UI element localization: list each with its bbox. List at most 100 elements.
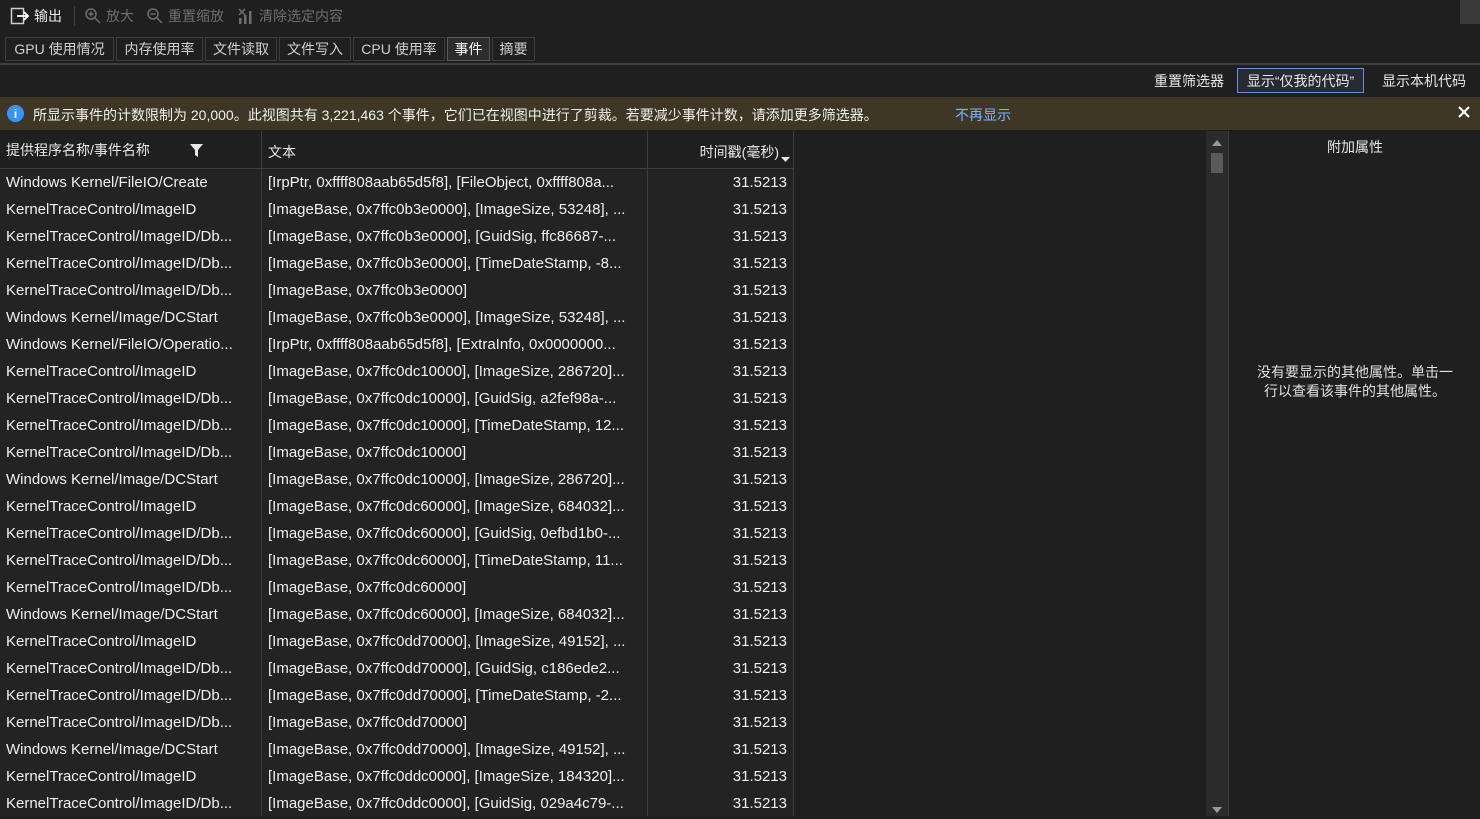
cell-text: [ImageBase, 0x7ffc0dc10000], [ImageSize,… [262, 466, 648, 493]
table-row[interactable]: Windows Kernel/FileIO/Operatio... [IrpPtr… [0, 331, 794, 358]
table-row[interactable]: KernelTraceControl/ImageID/Db... [ImageBa… [0, 277, 794, 304]
table-row[interactable]: KernelTraceControl/ImageID/Db... [ImageBa… [0, 520, 794, 547]
table-row[interactable]: Windows Kernel/Image/DCStart [ImageBase, … [0, 466, 794, 493]
tab-cpu-usage[interactable]: CPU 使用率 [353, 37, 445, 61]
column-header-label: 提供程序名称/事件名称 [6, 141, 150, 158]
cell-provider-event: KernelTraceControl/ImageID/Db... [0, 412, 262, 439]
scroll-up-icon[interactable] [1211, 135, 1223, 146]
cell-text: [ImageBase, 0x7ffc0dc10000], [ImageSize,… [262, 358, 648, 385]
table-row[interactable]: Windows Kernel/Image/DCStart [ImageBase, … [0, 601, 794, 628]
cell-timestamp: 31.5213 [648, 169, 794, 196]
toolbar-scrollbar[interactable] [1460, 0, 1480, 24]
cell-text: [ImageBase, 0x7ffc0dd70000], [TimeDateSt… [262, 682, 648, 709]
table-row[interactable]: KernelTraceControl/ImageID [ImageBase, 0x… [0, 628, 794, 655]
tab-gpu-usage[interactable]: GPU 使用情况 [5, 37, 114, 61]
column-header-provider[interactable]: 提供程序名称/事件名称 [0, 131, 262, 169]
tab-file-read[interactable]: 文件读取 [205, 37, 277, 61]
filter-bar: 重置筛选器 显示“仅我的代码” 显示本机代码 [0, 66, 1480, 96]
sort-descending-icon [781, 150, 790, 166]
close-icon[interactable] [1455, 103, 1473, 121]
cell-provider-event: KernelTraceControl/ImageID/Db... [0, 277, 262, 304]
table-row[interactable]: Windows Kernel/FileIO/Create [IrpPtr, 0xf… [0, 169, 794, 196]
cell-provider-event: KernelTraceControl/ImageID/Db... [0, 574, 262, 601]
table-row[interactable]: KernelTraceControl/ImageID/Db... [ImageBa… [0, 574, 794, 601]
filter-icon[interactable] [189, 143, 204, 161]
cell-timestamp: 31.5213 [648, 709, 794, 736]
cell-timestamp: 31.5213 [648, 358, 794, 385]
zoom-reset-icon [146, 7, 164, 25]
cell-timestamp: 31.5213 [648, 655, 794, 682]
cell-timestamp: 31.5213 [648, 520, 794, 547]
just-my-code-button[interactable]: 显示“仅我的代码” [1237, 68, 1364, 93]
cell-text: [ImageBase, 0x7ffc0dc60000], [GuidSig, 0… [262, 520, 648, 547]
table-row[interactable]: Windows Kernel/Image/DCStart [ImageBase, … [0, 304, 794, 331]
cell-provider-event: KernelTraceControl/ImageID/Db... [0, 223, 262, 250]
table-row[interactable]: KernelTraceControl/ImageID/Db... [ImageBa… [0, 412, 794, 439]
dont-show-again-link[interactable]: 不再显示 [955, 105, 1011, 125]
column-header-label: 文本 [268, 144, 296, 160]
cell-text: [ImageBase, 0x7ffc0dd70000], [ImageSize,… [262, 736, 648, 763]
cell-text: [ImageBase, 0x7ffc0b3e0000] [262, 277, 648, 304]
cell-timestamp: 31.5213 [648, 331, 794, 358]
cell-timestamp: 31.5213 [648, 628, 794, 655]
cell-text: [ImageBase, 0x7ffc0dc10000], [GuidSig, a… [262, 385, 648, 412]
table-row[interactable]: KernelTraceControl/ImageID/Db... [ImageBa… [0, 250, 794, 277]
cell-text: [ImageBase, 0x7ffc0dc60000] [262, 574, 648, 601]
table-row[interactable]: KernelTraceControl/ImageID [ImageBase, 0x… [0, 196, 794, 223]
scroll-down-icon[interactable] [1211, 802, 1223, 813]
reset-filters-button[interactable]: 重置筛选器 [1146, 68, 1232, 93]
scrollbar-thumb[interactable] [1211, 153, 1223, 173]
table-row[interactable]: KernelTraceControl/ImageID/Db... [ImageBa… [0, 709, 794, 736]
cell-timestamp: 31.5213 [648, 250, 794, 277]
reset-zoom-button[interactable]: 重置缩放 [146, 5, 224, 27]
table-row[interactable]: KernelTraceControl/ImageID/Db... [ImageBa… [0, 790, 794, 816]
cell-timestamp: 31.5213 [648, 547, 794, 574]
table-row[interactable]: KernelTraceControl/ImageID [ImageBase, 0x… [0, 358, 794, 385]
table-row[interactable]: KernelTraceControl/ImageID/Db... [ImageBa… [0, 682, 794, 709]
cell-provider-event: Windows Kernel/Image/DCStart [0, 304, 262, 331]
toolbar: 输出 放大 重置缩放 清除选定内容 [0, 0, 1480, 32]
cell-provider-event: KernelTraceControl/ImageID [0, 196, 262, 223]
cell-provider-event: Windows Kernel/Image/DCStart [0, 736, 262, 763]
output-button[interactable]: 输出 [10, 5, 62, 27]
table-row[interactable]: KernelTraceControl/ImageID [ImageBase, 0x… [0, 763, 794, 790]
cell-timestamp: 31.5213 [648, 385, 794, 412]
grid-header: 提供程序名称/事件名称 文本 时间戳(毫秒) [0, 131, 794, 169]
zoom-in-icon [84, 7, 102, 25]
grid-vertical-scrollbar[interactable] [1206, 131, 1228, 816]
cell-timestamp: 31.5213 [648, 682, 794, 709]
reset-zoom-label: 重置缩放 [168, 8, 224, 24]
table-row[interactable]: KernelTraceControl/ImageID/Db... [ImageBa… [0, 439, 794, 466]
tab-file-write[interactable]: 文件写入 [279, 37, 351, 61]
cell-provider-event: KernelTraceControl/ImageID [0, 358, 262, 385]
table-row[interactable]: KernelTraceControl/ImageID/Db... [ImageBa… [0, 547, 794, 574]
cell-provider-event: Windows Kernel/FileIO/Operatio... [0, 331, 262, 358]
cell-provider-event: KernelTraceControl/ImageID [0, 763, 262, 790]
cell-provider-event: KernelTraceControl/ImageID/Db... [0, 709, 262, 736]
cell-text: [ImageBase, 0x7ffc0b3e0000], [GuidSig, f… [262, 223, 648, 250]
tab-memory-usage[interactable]: 内存使用率 [116, 37, 203, 61]
clear-selection-button[interactable]: 清除选定内容 [237, 5, 343, 27]
native-code-button[interactable]: 显示本机代码 [1373, 68, 1475, 93]
table-row[interactable]: KernelTraceControl/ImageID [ImageBase, 0x… [0, 493, 794, 520]
zoom-in-button[interactable]: 放大 [84, 5, 134, 27]
column-header-timestamp[interactable]: 时间戳(毫秒) [648, 131, 794, 169]
info-icon: i [7, 105, 24, 122]
table-row[interactable]: Windows Kernel/Image/DCStart [ImageBase, … [0, 736, 794, 763]
tab-label: 事件 [454, 41, 483, 57]
table-row[interactable]: KernelTraceControl/ImageID/Db... [ImageBa… [0, 223, 794, 250]
tab-events[interactable]: 事件 [447, 37, 490, 61]
cell-text: [ImageBase, 0x7ffc0b3e0000], [ImageSize,… [262, 196, 648, 223]
table-row[interactable]: KernelTraceControl/ImageID/Db... [ImageBa… [0, 385, 794, 412]
cell-text: [ImageBase, 0x7ffc0dd70000], [ImageSize,… [262, 628, 648, 655]
cell-provider-event: KernelTraceControl/ImageID [0, 628, 262, 655]
cell-provider-event: KernelTraceControl/ImageID/Db... [0, 547, 262, 574]
column-header-text[interactable]: 文本 [262, 131, 648, 169]
cell-provider-event: KernelTraceControl/ImageID [0, 493, 262, 520]
table-row[interactable]: KernelTraceControl/ImageID/Db... [ImageBa… [0, 655, 794, 682]
cell-text: [ImageBase, 0x7ffc0b3e0000], [TimeDateSt… [262, 250, 648, 277]
cell-provider-event: KernelTraceControl/ImageID/Db... [0, 655, 262, 682]
tab-label: 摘要 [499, 41, 528, 57]
clear-selection-label: 清除选定内容 [259, 8, 343, 24]
tab-summary[interactable]: 摘要 [492, 37, 535, 61]
